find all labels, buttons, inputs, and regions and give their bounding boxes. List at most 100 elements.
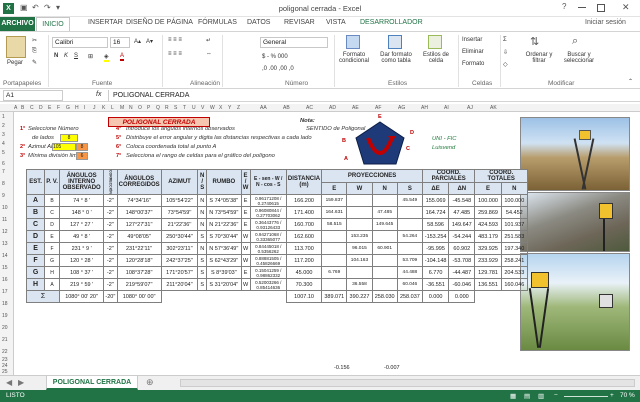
minimize-icon[interactable]: [578, 7, 586, 8]
row-header[interactable]: 11: [2, 217, 7, 223]
fx-icon[interactable]: fx: [96, 91, 101, 98]
ns-cell[interactable]: N: [197, 194, 208, 207]
tab-datos[interactable]: DATOS: [247, 19, 270, 26]
sincos-cell[interactable]: 0.15041259 / 0.98862332: [249, 266, 287, 279]
partial-n-cell[interactable]: 47.485: [448, 206, 476, 219]
total-e-cell[interactable]: 100.000: [474, 194, 502, 207]
fill-color-icon[interactable]: ◈: [104, 53, 109, 62]
column-header[interactable]: AB: [283, 105, 290, 111]
row-header[interactable]: 6: [2, 161, 5, 167]
format-painter-icon[interactable]: ✎: [32, 59, 37, 66]
distance-cell[interactable]: 45.000: [285, 266, 323, 279]
total-e-cell[interactable]: 233.929: [474, 254, 502, 267]
ew-cell[interactable]: E: [240, 206, 251, 219]
partial-e-cell[interactable]: 155.069: [421, 194, 450, 207]
tab-revisar[interactable]: REVISAR: [284, 19, 315, 26]
column-header[interactable]: Y: [228, 105, 231, 111]
corrected-angle-cell[interactable]: 127°27'31'': [116, 218, 162, 231]
row-header[interactable]: 3: [2, 132, 5, 138]
paste-button[interactable]: Pegar: [7, 60, 23, 66]
pv-cell[interactable]: A: [44, 278, 60, 291]
proj-w-cell[interactable]: [346, 218, 373, 231]
column-header[interactable]: Z: [237, 105, 240, 111]
collapse-ribbon-icon[interactable]: ⌃: [628, 78, 633, 85]
est-cell[interactable]: H: [25, 278, 46, 291]
row-header[interactable]: 17: [2, 289, 8, 295]
column-header[interactable]: M: [120, 105, 124, 111]
angle-cell[interactable]: 120 ° 28 ': [58, 254, 105, 267]
tab-insertar[interactable]: INSERTAR: [88, 19, 123, 26]
correction-cell[interactable]: -2'': [103, 266, 118, 279]
formula-input[interactable]: POLIGONAL CERRADA: [108, 90, 633, 101]
proj-s-cell[interactable]: 53.709: [396, 254, 423, 267]
row-header[interactable]: 10: [2, 205, 8, 211]
tab-archivo[interactable]: ARCHIVO: [0, 17, 35, 31]
partial-n-cell[interactable]: -45.548: [448, 194, 476, 207]
column-header[interactable]: J: [93, 105, 96, 111]
ew-cell[interactable]: W: [240, 230, 251, 243]
azimut-cell[interactable]: 211°20'04'': [160, 278, 199, 291]
correction-cell[interactable]: -2'': [103, 230, 118, 243]
proj-w-cell[interactable]: [346, 206, 373, 219]
underline-button[interactable]: S: [74, 53, 78, 59]
column-header[interactable]: G: [66, 105, 70, 111]
column-header[interactable]: S: [174, 105, 177, 111]
total-e-cell[interactable]: 424.593: [474, 218, 502, 231]
ew-cell[interactable]: E: [240, 218, 251, 231]
column-header[interactable]: AE: [352, 105, 359, 111]
column-header[interactable]: B: [21, 105, 24, 111]
correction-cell[interactable]: -2'': [103, 242, 118, 255]
currency-buttons[interactable]: $ - % 000: [262, 54, 288, 60]
est-cell[interactable]: C: [25, 218, 46, 231]
conditional-format-icon[interactable]: [346, 35, 360, 49]
row-header[interactable]: 2: [2, 123, 5, 129]
proj-e-cell[interactable]: [321, 278, 348, 291]
proj-w-cell[interactable]: [346, 194, 373, 207]
close-icon[interactable]: ✕: [622, 2, 630, 13]
column-header[interactable]: AD: [329, 105, 336, 111]
proj-n-cell[interactable]: [371, 230, 398, 243]
est-cell[interactable]: F: [25, 254, 46, 267]
total-n-cell[interactable]: 54.452: [500, 206, 529, 219]
proj-e-cell[interactable]: 159.837: [321, 194, 348, 207]
row-header[interactable]: 1: [2, 114, 5, 120]
proj-e-cell[interactable]: 164.631: [321, 206, 348, 219]
number-format-select[interactable]: General: [260, 37, 328, 48]
partial-e-cell[interactable]: -95.995: [421, 242, 450, 255]
column-header[interactable]: F: [57, 105, 60, 111]
total-e-cell[interactable]: 129.781: [474, 266, 502, 279]
total-n-cell[interactable]: 100.000: [500, 194, 529, 207]
proj-e-cell[interactable]: 6.769: [321, 266, 348, 279]
corrected-angle-cell[interactable]: 120°28'18'': [116, 254, 162, 267]
distance-cell[interactable]: 117.200: [285, 254, 323, 267]
next-sheet-icon[interactable]: ▶: [18, 378, 24, 387]
sincos-cell[interactable]: 0.52003266 / 0.85414636: [249, 278, 287, 291]
rumbo-cell[interactable]: S 70°30'44'': [206, 230, 242, 243]
azimut-cell[interactable]: 21°22'36'': [160, 218, 199, 231]
column-header[interactable]: P: [147, 105, 150, 111]
zoom-level[interactable]: 70 %: [620, 392, 635, 399]
column-header[interactable]: W: [210, 105, 215, 111]
view-normal-icon[interactable]: ▦: [510, 392, 516, 400]
rumbo-cell[interactable]: N 57°36'49'': [206, 242, 242, 255]
total-n-cell[interactable]: 160.046: [500, 278, 529, 291]
view-layout-icon[interactable]: ▤: [524, 392, 530, 400]
total-n-cell[interactable]: 197.340: [500, 242, 529, 255]
correction-cell[interactable]: -2'': [103, 206, 118, 219]
row-header[interactable]: 18: [2, 301, 8, 307]
pv-cell[interactable]: G: [44, 254, 60, 267]
add-sheet-icon[interactable]: ⊕: [146, 377, 154, 388]
partial-e-cell[interactable]: 6.770: [421, 266, 450, 279]
sort-filter-button[interactable]: Ordenar y filtrar: [522, 52, 556, 64]
pv-cell[interactable]: C: [44, 206, 60, 219]
proj-w-cell[interactable]: 36.558: [346, 278, 373, 291]
partial-n-cell[interactable]: 60.902: [448, 242, 476, 255]
angle-cell[interactable]: 74 ° 8 ': [58, 194, 105, 207]
sides-dropdown[interactable]: 8: [60, 134, 78, 142]
proj-n-cell[interactable]: 47.485: [371, 206, 398, 219]
distance-cell[interactable]: 70.300: [285, 278, 323, 291]
column-header[interactable]: E: [48, 105, 51, 111]
rumbo-cell[interactable]: N 73°54'59'': [206, 206, 242, 219]
partial-e-cell[interactable]: -153.254: [421, 230, 450, 243]
angle-cell[interactable]: 219 ° 59 ': [58, 278, 105, 291]
